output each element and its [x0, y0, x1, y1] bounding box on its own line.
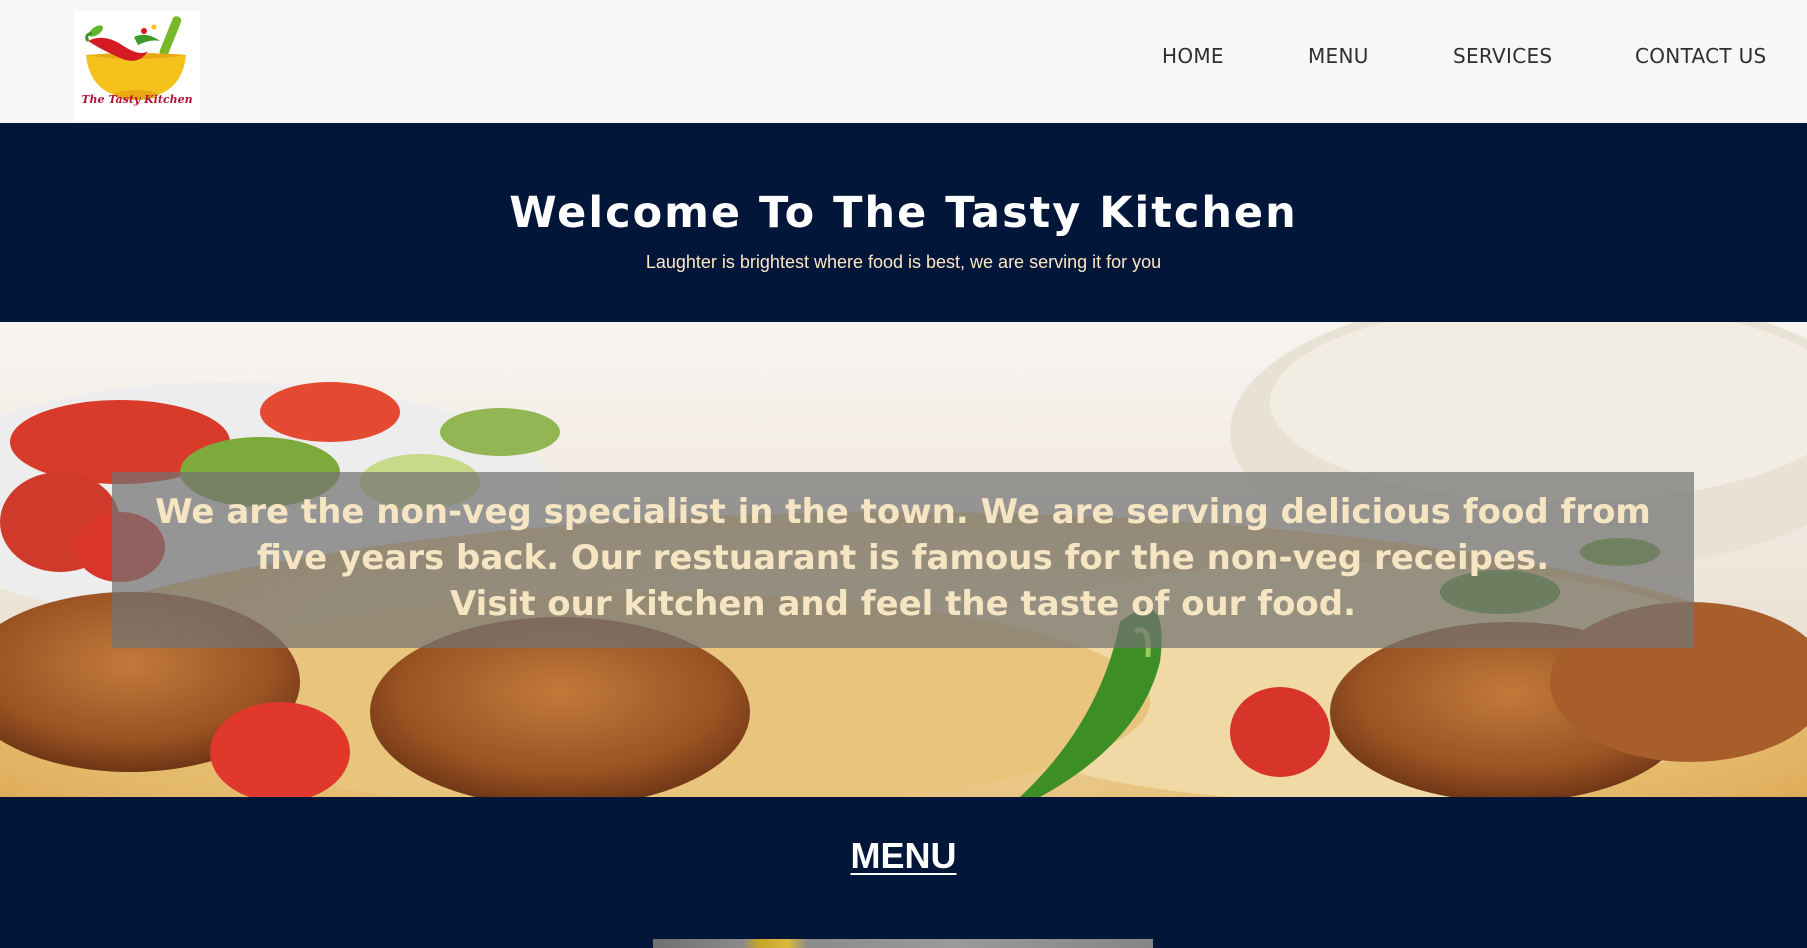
- menu-item-image: [653, 939, 1153, 948]
- hero-food-image: We are the non-veg specialist in the tow…: [0, 322, 1807, 797]
- nav-menu-link[interactable]: MENU: [1308, 44, 1369, 68]
- menu-heading: MENU: [850, 835, 957, 876]
- hero-text-line: Visit our kitchen and feel the taste of …: [449, 584, 1357, 624]
- nav-services-link[interactable]: SERVICES: [1453, 44, 1552, 68]
- nav-home-link[interactable]: HOME: [1162, 44, 1224, 68]
- welcome-subtitle: Laughter is brightest where food is best…: [645, 252, 1162, 272]
- logo-text: The Tasty Kitchen: [81, 93, 193, 106]
- logo[interactable]: The Tasty Kitchen: [74, 11, 200, 121]
- navbar: The Tasty Kitchen HOME MENU SERVICES CON…: [0, 0, 1807, 123]
- hero-text-line: five years back. Our restuarant is famou…: [256, 538, 1550, 578]
- hero-text-overlay: We are the non-veg specialist in the tow…: [112, 472, 1694, 648]
- welcome-banner: Welcome To The Tasty Kitchen Laughter is…: [0, 123, 1807, 322]
- welcome-title: Welcome To The Tasty Kitchen: [509, 188, 1298, 238]
- nav-contact-link[interactable]: CONTACT US: [1635, 44, 1767, 68]
- hero-text-line: We are the non-veg specialist in the tow…: [155, 492, 1651, 532]
- menu-section: MENU: [0, 797, 1807, 948]
